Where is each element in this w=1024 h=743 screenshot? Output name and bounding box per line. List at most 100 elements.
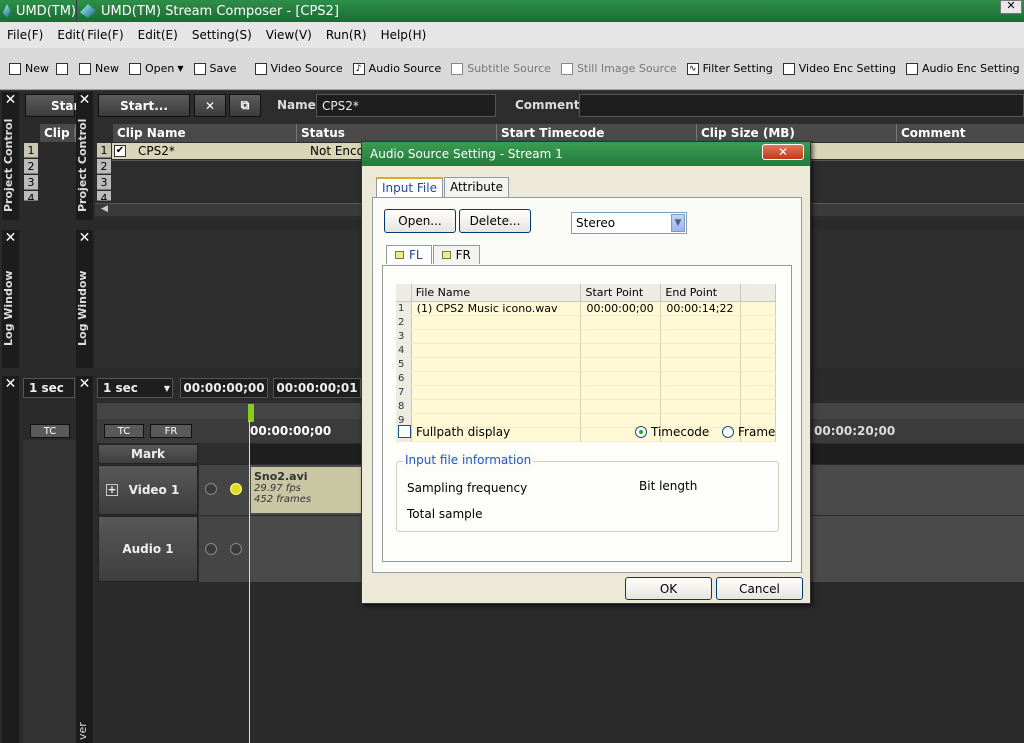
back-window-title: UMD(TM) (15, 3, 76, 19)
folder-icon (395, 251, 404, 259)
start-button[interactable]: Start... (98, 94, 190, 117)
comment-field[interactable] (579, 94, 1024, 117)
tab-channel-fl[interactable]: FL (386, 245, 432, 264)
delete-icon[interactable]: ✕ (194, 94, 226, 117)
menu-file-back[interactable]: File(F) (0, 28, 50, 42)
save-button[interactable]: Save (189, 57, 242, 81)
menu-view[interactable]: View(V) (259, 28, 319, 42)
tab-attribute[interactable]: Attribute (443, 177, 509, 197)
start-point-cell (580, 343, 662, 358)
subtitle-icon (451, 62, 464, 75)
end-point-cell (660, 371, 742, 386)
empty-lane-area (250, 583, 1024, 743)
back-timeline-tab[interactable]: ✕ (2, 376, 19, 743)
timecode-next[interactable]: 00:00:00;01 (273, 378, 361, 398)
checkbox-checked-icon[interactable]: ✔ (114, 145, 126, 157)
back-track-area (23, 440, 76, 743)
chevron-down-icon[interactable]: ▼ (671, 214, 685, 232)
audio-track-header[interactable]: Audio 1 (98, 516, 198, 582)
copy-icon[interactable]: ⧉ (229, 94, 261, 117)
table-row[interactable]: 3 (396, 329, 776, 344)
video-clip[interactable]: Sno2.avi 29.97 fps 452 frames (251, 467, 363, 513)
ok-button[interactable]: OK (625, 577, 712, 600)
new-button[interactable]: New (74, 57, 124, 81)
menu-help[interactable]: Help(H) (374, 28, 434, 42)
table-row[interactable]: 7 (396, 385, 776, 400)
close-icon[interactable]: ✕ (76, 230, 93, 246)
table-row[interactable]: 8 (396, 399, 776, 414)
col-comment[interactable]: Comment (897, 124, 1024, 142)
delete-button[interactable]: Delete... (459, 209, 531, 233)
subtitle-source-button[interactable]: Subtitle Source (446, 57, 556, 81)
close-icon[interactable]: ✕ (2, 376, 19, 392)
video-enc-setting-button[interactable]: Video Enc Setting (778, 57, 901, 81)
menu-setting[interactable]: Setting(S) (185, 28, 259, 42)
col-clip-size[interactable]: Clip Size (MB) (697, 124, 897, 142)
fullpath-checkbox[interactable] (398, 425, 411, 438)
col-end-point[interactable]: End Point (660, 284, 742, 302)
menu-run[interactable]: Run(R) (319, 28, 374, 42)
menu-file[interactable]: File(F) (85, 28, 130, 42)
table-row[interactable]: 5 (396, 357, 776, 372)
log-window-tab[interactable]: ✕ Log Window (76, 230, 93, 368)
tab-channel-fr[interactable]: FR (432, 245, 480, 264)
audio-track-radio-2[interactable] (230, 543, 242, 555)
menu-edit-back[interactable]: Edit( (50, 28, 85, 42)
frame-radio[interactable] (722, 426, 734, 438)
open-folder-icon[interactable] (54, 57, 74, 81)
start-point-cell (580, 371, 662, 386)
close-icon[interactable]: ✕ (2, 230, 19, 246)
channel-mode-select[interactable]: Stereo ▼ (571, 212, 687, 234)
video-track-active-indicator[interactable] (230, 483, 242, 495)
video-track-radio[interactable] (205, 483, 217, 495)
col-clip-name[interactable]: Clip Name (113, 124, 297, 142)
video-track-header[interactable]: + Video 1 (98, 465, 198, 515)
main-window-titlebar[interactable]: UMD(TM) Stream Composer - [CPS2] (77, 0, 1024, 22)
name-field[interactable]: CPS2* (316, 94, 496, 117)
start-point-cell (580, 315, 662, 330)
back-project-control-tab[interactable]: ✕ Project Control (2, 92, 19, 220)
tc-button[interactable]: TC (104, 424, 144, 438)
close-icon[interactable]: ✕ (2, 92, 19, 108)
open-button[interactable]: Open... (384, 209, 456, 233)
close-icon[interactable]: ✕ (76, 376, 93, 392)
col-start-point[interactable]: Start Point (580, 284, 662, 302)
scroll-left-icon[interactable]: ◀ (101, 204, 108, 214)
col-status[interactable]: Status (297, 124, 497, 142)
filter-setting-button[interactable]: ∿ Filter Setting (682, 57, 778, 81)
video-source-button[interactable]: Video Source (250, 57, 348, 81)
timeline-tab[interactable]: ✕ ver (76, 376, 93, 743)
back-scale-select[interactable]: 1 sec (23, 378, 75, 398)
mark-controls (199, 444, 249, 464)
back-log-window-tab[interactable]: ✕ Log Window (2, 230, 19, 368)
dialog-close-icon[interactable]: ✕ (762, 144, 804, 160)
still-image-source-button[interactable]: Still Image Source (556, 57, 682, 81)
window-close-icon[interactable]: ✕ (1000, 0, 1022, 14)
col-start-timecode[interactable]: Start Timecode (497, 124, 697, 142)
back-start-button[interactable]: Star (25, 94, 79, 117)
table-row[interactable]: 4 (396, 343, 776, 358)
audio-source-button[interactable]: ♪ Audio Source (348, 57, 447, 81)
close-icon[interactable]: ✕ (76, 92, 93, 108)
table-row[interactable]: 1 (1) CPS2 Music icono.wav 00:00:00;00 00:0… (396, 301, 776, 316)
table-row[interactable]: 2 (396, 315, 776, 330)
project-control-tab[interactable]: ✕ Project Control (76, 92, 93, 220)
back-tc-button[interactable]: TC (30, 424, 70, 438)
timeline-scale-select[interactable]: 1 sec ▼ (97, 378, 173, 398)
end-point-cell (660, 399, 742, 414)
table-row[interactable]: 6 (396, 371, 776, 386)
menu-edit[interactable]: Edit(E) (131, 28, 185, 42)
fr-button[interactable]: FR (150, 424, 192, 438)
back-window-titlebar[interactable]: UMD(TM) (0, 0, 76, 22)
dialog-titlebar[interactable]: Audio Source Setting - Stream 1 (362, 142, 810, 166)
new-button-back[interactable]: New (4, 57, 54, 81)
timecode-radio[interactable] (635, 426, 647, 438)
audio-enc-setting-button[interactable]: Audio Enc Setting (901, 57, 1024, 81)
tab-input-file[interactable]: Input File (376, 177, 443, 197)
open-button[interactable]: Open ▼ (124, 57, 189, 81)
cancel-button[interactable]: Cancel (716, 577, 803, 600)
timecode-current[interactable]: 00:00:00;00 (180, 378, 268, 398)
expand-plus-icon[interactable]: + (106, 484, 118, 496)
col-file-name[interactable]: File Name (411, 284, 582, 302)
audio-track-radio[interactable] (205, 543, 217, 555)
